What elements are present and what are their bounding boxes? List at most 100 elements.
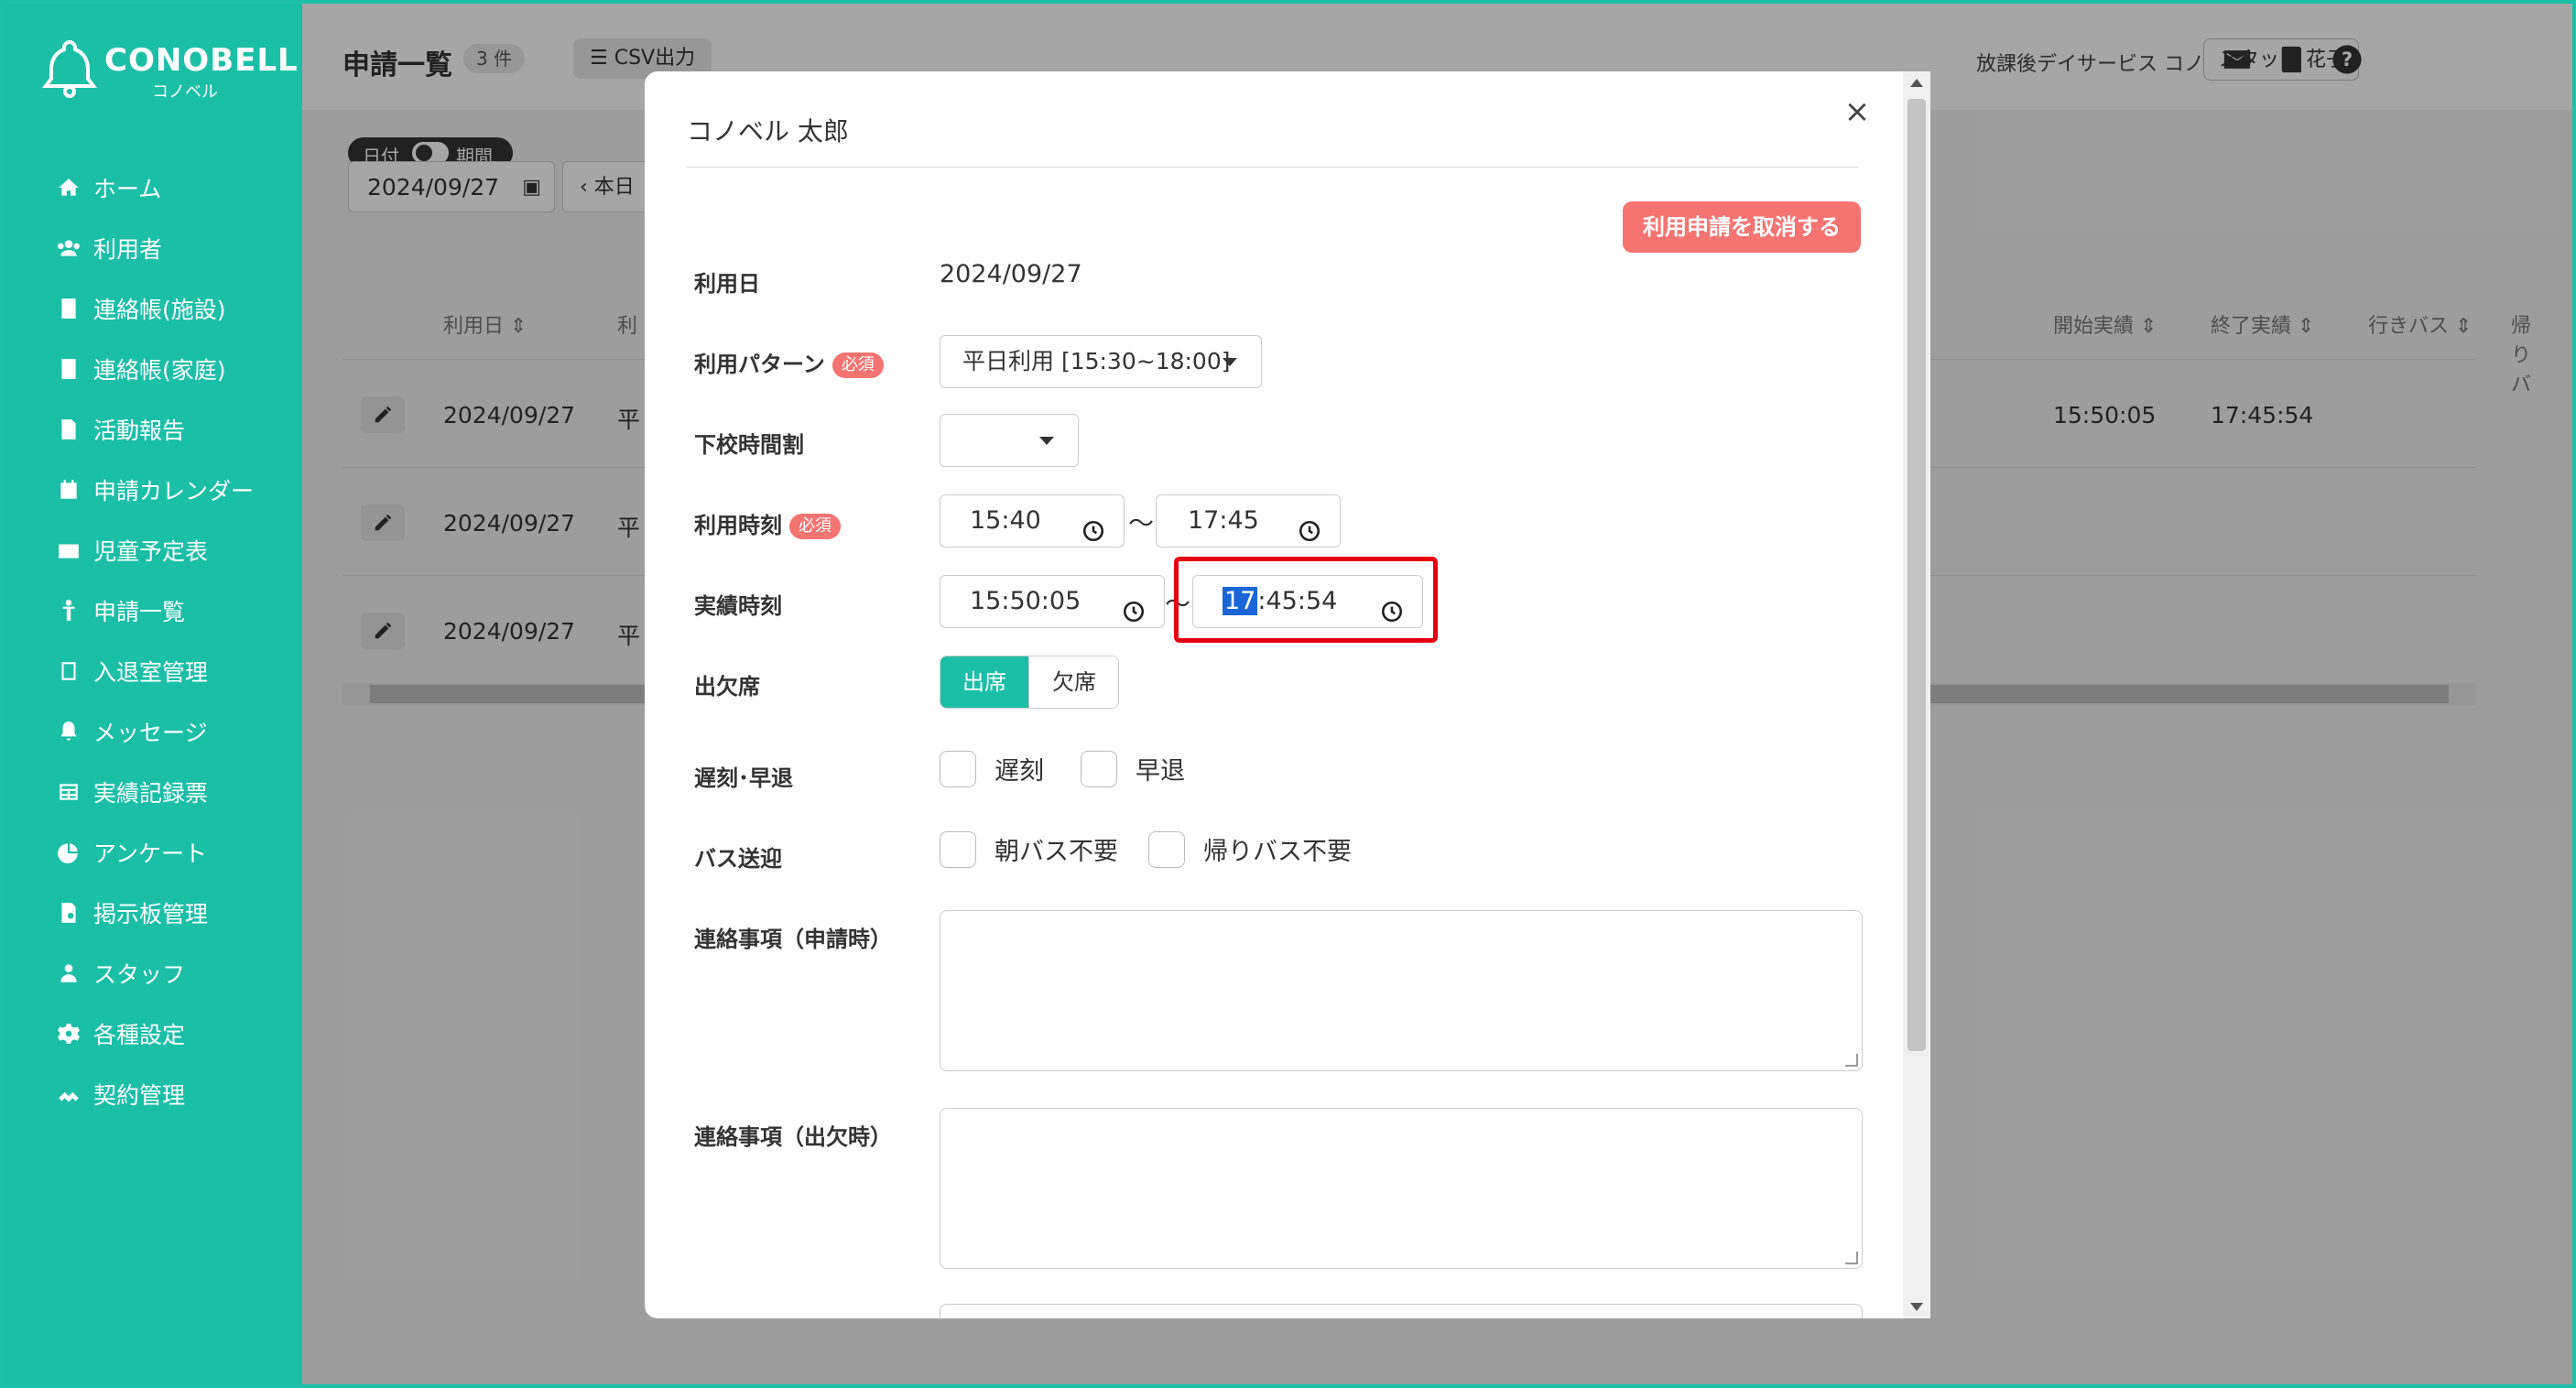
home-icon	[55, 174, 82, 201]
sidebar-item-label: 連絡帳(施設)	[93, 297, 226, 323]
attend-present-button[interactable]: 出席	[940, 656, 1028, 708]
sidebar-item-survey[interactable]: アンケート	[4, 822, 302, 883]
modal-title: コノベル 太郎	[687, 116, 849, 146]
sidebar: CONOBELL コノベル ホーム 利用者 連絡帳(施設) 連絡帳(家庭) 活動…	[4, 4, 302, 1384]
usage-end-time-input[interactable]: 17:45	[1156, 494, 1341, 548]
caret-down-icon	[1039, 437, 1054, 445]
morning-bus-checkbox[interactable]	[940, 831, 976, 868]
late-early-label: 遅刻･早退	[694, 765, 793, 791]
sidebar-item-settings[interactable]: 各種設定	[4, 1003, 302, 1064]
sidebar-item-users[interactable]: 利用者	[4, 218, 302, 278]
early-leave-checkbox[interactable]	[1081, 751, 1117, 787]
pattern-value: 平日利用 [15:30~18:00]	[962, 348, 1231, 374]
modal-header: コノベル 太郎	[687, 112, 1859, 168]
attend-absent-button[interactable]: 欠席	[1028, 656, 1118, 708]
range-separator: 〜	[1128, 508, 1155, 538]
bell-logo-icon	[42, 37, 97, 101]
actual-time-label: 実績時刻	[694, 593, 782, 619]
note-apply-textarea[interactable]	[940, 910, 1863, 1071]
return-bus-checkbox[interactable]	[1148, 831, 1185, 868]
clock-icon[interactable]	[1081, 510, 1105, 542]
caret-down-icon	[1223, 358, 1237, 366]
usage-start-time: 15:40	[970, 506, 1041, 535]
sidebar-item-entry-exit[interactable]: 入退室管理	[4, 641, 302, 701]
school-schedule-select[interactable]	[940, 414, 1079, 467]
late-checkbox-label: 遅刻	[995, 757, 1044, 786]
return-bus-checkbox-label: 帰りバス不要	[1203, 838, 1352, 866]
brand-logo[interactable]: CONOBELL コノベル	[42, 37, 298, 103]
users-icon	[55, 234, 82, 262]
sidebar-item-record-sheet[interactable]: 実績記録票	[4, 762, 302, 822]
brand-name: CONOBELL	[104, 42, 299, 79]
bell-icon	[55, 718, 82, 745]
edit-request-modal: コノベル 太郎 × 利用申請を取消する 利用日 2024/09/27 利用パター…	[645, 71, 1930, 1318]
pattern-label: 利用パターン 必須	[694, 346, 884, 378]
sidebar-item-label: ホーム	[93, 176, 162, 202]
next-field-partial[interactable]	[940, 1304, 1863, 1318]
sidebar-item-label: 契約管理	[93, 1082, 186, 1109]
late-checkbox[interactable]	[940, 751, 976, 787]
child-icon	[55, 597, 82, 624]
note-attend-label: 連絡事項（出欠時）	[694, 1124, 892, 1150]
sidebar-item-activity-report[interactable]: 活動報告	[4, 399, 302, 460]
date-label: 利用日	[694, 271, 760, 297]
sidebar-item-board[interactable]: 掲示板管理	[4, 883, 302, 943]
attendance-toggle: 出席 欠席	[940, 656, 1119, 709]
sidebar-item-label: 掲示板管理	[93, 901, 209, 927]
sidebar-item-contract[interactable]: 契約管理	[4, 1064, 302, 1124]
staff-icon	[55, 960, 82, 987]
sidebar-item-label: 活動報告	[93, 417, 186, 444]
sidebar-item-calendar[interactable]: 申請カレンダー	[4, 460, 302, 520]
actual-start-time: 15:50:05	[970, 587, 1081, 615]
scrollbar-thumb[interactable]	[1908, 99, 1926, 1051]
sidebar-item-staff[interactable]: スタッフ	[4, 943, 302, 1003]
sidebar-item-message[interactable]: メッセージ	[4, 701, 302, 762]
sidebar-item-label: 実績記録票	[93, 780, 209, 807]
modal-vertical-scrollbar[interactable]	[1903, 71, 1930, 1318]
sidebar-item-label: メッセージ	[93, 720, 208, 746]
sidebar-item-request-list[interactable]: 申請一覧	[4, 580, 302, 641]
sidebar-item-label: アンケート	[93, 840, 208, 867]
contract-icon	[55, 1080, 82, 1108]
notebook-icon	[55, 295, 82, 322]
date-value: 2024/09/27	[940, 260, 1082, 288]
schedule-icon	[55, 537, 82, 564]
sidebar-item-label: 利用者	[93, 236, 163, 263]
scroll-down-icon[interactable]	[1910, 1303, 1923, 1311]
scroll-up-icon[interactable]	[1910, 79, 1923, 87]
note-attend-textarea[interactable]	[940, 1108, 1863, 1269]
cancel-request-button[interactable]: 利用申請を取消する	[1623, 201, 1861, 253]
report-icon	[55, 416, 82, 443]
usage-start-time-input[interactable]: 15:40	[940, 494, 1125, 548]
brand-subname: コノベル	[152, 82, 218, 102]
attendance-label: 出欠席	[694, 674, 760, 699]
early-leave-checkbox-label: 早退	[1136, 757, 1185, 786]
highlight-box	[1174, 557, 1438, 643]
table-icon	[55, 778, 82, 806]
sidebar-item-label: スタッフ	[93, 961, 186, 988]
pattern-select[interactable]: 平日利用 [15:30~18:00]	[940, 335, 1262, 388]
notebook-icon	[55, 355, 82, 383]
clock-icon[interactable]	[1298, 510, 1321, 542]
required-badge: 必須	[831, 352, 884, 378]
usage-end-time: 17:45	[1188, 506, 1259, 535]
sidebar-item-label: 児童予定表	[93, 538, 209, 565]
sidebar-item-child-schedule[interactable]: 児童予定表	[4, 520, 302, 580]
sidebar-item-label: 申請一覧	[93, 599, 186, 625]
close-icon[interactable]: ×	[1841, 95, 1874, 128]
sidebar-item-notebook-home[interactable]: 連絡帳(家庭)	[4, 339, 302, 399]
sidebar-item-label: 申請カレンダー	[93, 478, 255, 504]
bus-label: バス送迎	[694, 846, 782, 872]
sidebar-item-notebook-facility[interactable]: 連絡帳(施設)	[4, 278, 302, 339]
sidebar-item-home[interactable]: ホーム	[4, 157, 302, 218]
sidebar-item-label: 各種設定	[93, 1022, 186, 1048]
usage-time-label: 利用時刻 必須	[694, 507, 841, 539]
actual-start-time-input[interactable]: 15:50:05	[940, 575, 1165, 628]
note-apply-label: 連絡事項（申請時）	[694, 927, 892, 952]
sidebar-item-label: 連絡帳(家庭)	[93, 357, 226, 384]
clock-icon[interactable]	[1122, 591, 1146, 623]
morning-bus-checkbox-label: 朝バス不要	[995, 838, 1118, 866]
board-icon	[55, 899, 82, 927]
pie-icon	[55, 839, 82, 866]
door-icon	[55, 657, 82, 685]
